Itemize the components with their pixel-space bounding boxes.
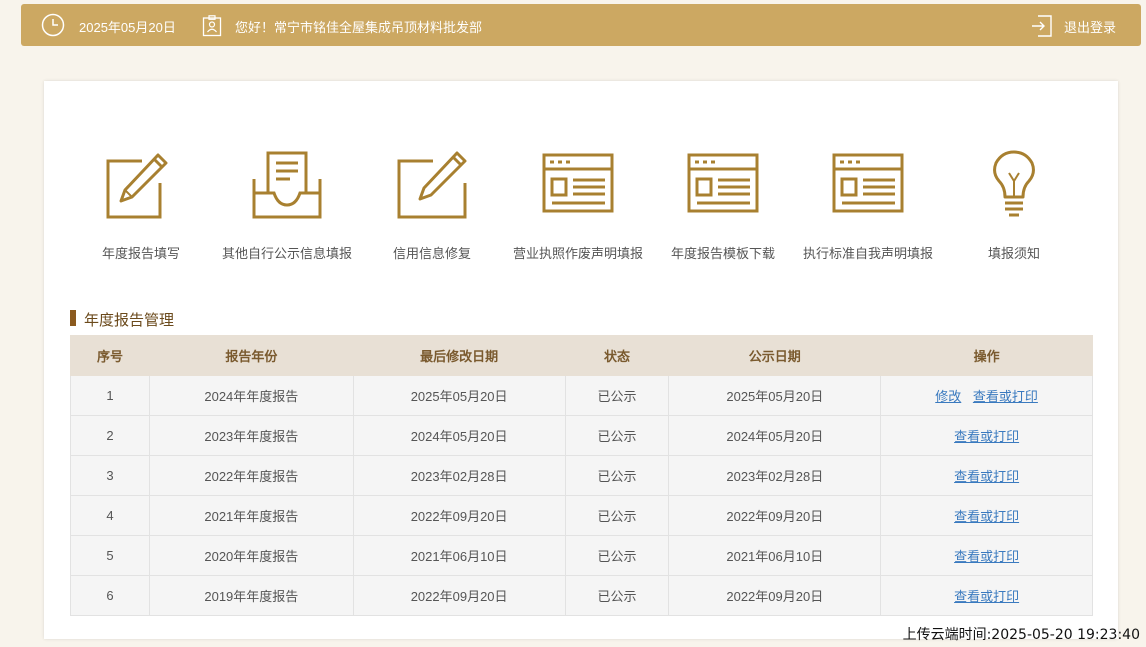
cell-year: 2019年年度报告 [148, 575, 354, 616]
top-bar: 2025年05月20日 您好！常宁市铭佳全屋集成吊顶材料批发部 退出登录 [21, 4, 1141, 46]
cell-no: 5 [70, 535, 150, 576]
cell-published: 2025年05月20日 [668, 375, 882, 416]
header-status: 状态 [564, 335, 670, 376]
browser-window-icon [542, 153, 614, 213]
menu-other-disclosure-fill[interactable]: 其他自行公示信息填报 [212, 149, 362, 262]
view-print-link[interactable]: 查看或打印 [954, 469, 1019, 484]
table-row: 3 2022年年度报告 2023年02月28日 已公示 2023年02月28日 … [70, 455, 1093, 496]
logout-button[interactable]: 退出登录 [1064, 17, 1116, 36]
cell-no: 6 [70, 575, 150, 616]
cell-no: 2 [70, 415, 150, 456]
cell-actions: 查看或打印 [880, 575, 1093, 616]
cell-no: 3 [70, 455, 150, 496]
menu-license-void-statement[interactable]: 营业执照作废声明填报 [503, 149, 653, 262]
cell-actions: 查看或打印 [880, 455, 1093, 496]
menu-annual-report-fill[interactable]: 年度报告填写 [66, 149, 216, 262]
cell-status: 已公示 [564, 495, 670, 536]
annual-report-table: 序号 报告年份 最后修改日期 状态 公示日期 操作 1 2024年年度报告 20… [70, 335, 1093, 616]
table-row: 1 2024年年度报告 2025年05月20日 已公示 2025年05月20日 … [70, 375, 1093, 416]
browser-window-icon [687, 153, 759, 213]
table-row: 4 2021年年度报告 2022年09月20日 已公示 2022年09月20日 … [70, 495, 1093, 536]
main-panel: 年度报告填写 其他自行公示信息填报 信用信息修复 营业执照作废声明填报 年度报告… [44, 81, 1118, 639]
table-row: 6 2019年年度报告 2022年09月20日 已公示 2022年09月20日 … [70, 575, 1093, 616]
cell-modified: 2023年02月28日 [352, 455, 566, 496]
greeting-text: 您好！常宁市铭佳全屋集成吊顶材料批发部 [235, 20, 483, 35]
header-no: 序号 [70, 335, 150, 376]
menu-credit-repair[interactable]: 信用信息修复 [357, 149, 507, 262]
view-print-link[interactable]: 查看或打印 [973, 389, 1038, 404]
header-published: 公示日期 [668, 335, 882, 376]
section-title: 年度报告管理 [70, 309, 174, 330]
view-print-link[interactable]: 查看或打印 [954, 589, 1019, 604]
cell-published: 2023年02月28日 [668, 455, 882, 496]
menu-label: 执行标准自我声明填报 [802, 246, 933, 261]
table-row: 2 2023年年度报告 2024年05月20日 已公示 2024年05月20日 … [70, 415, 1093, 456]
cell-actions: 查看或打印 [880, 495, 1093, 536]
header-modified: 最后修改日期 [352, 335, 566, 376]
cell-no: 1 [70, 375, 150, 416]
cell-status: 已公示 [564, 375, 670, 416]
current-date: 2025年05月20日 [79, 20, 176, 35]
menu-report-template-download[interactable]: 年度报告模板下载 [648, 149, 798, 262]
cell-modified: 2021年06月10日 [352, 535, 566, 576]
cell-modified: 2022年09月20日 [352, 575, 566, 616]
inbox-document-icon [252, 151, 322, 219]
cell-status: 已公示 [564, 535, 670, 576]
view-print-link[interactable]: 查看或打印 [954, 429, 1019, 444]
browser-window-icon [832, 153, 904, 213]
edit-link[interactable]: 修改 [935, 389, 961, 404]
menu-label: 信用信息修复 [392, 246, 471, 261]
cell-actions: 修改 查看或打印 [880, 375, 1093, 416]
menu-label: 营业执照作废声明填报 [512, 246, 643, 261]
pencil-edit-icon [106, 153, 168, 219]
pencil-edit-icon [397, 151, 467, 219]
cell-status: 已公示 [564, 415, 670, 456]
view-print-link[interactable]: 查看或打印 [954, 509, 1019, 524]
view-print-link[interactable]: 查看或打印 [954, 549, 1019, 564]
user-badge-icon [202, 15, 222, 37]
upload-time: 上传云端时间:2025-05-20 19:23:40 [902, 627, 1140, 643]
cell-published: 2022年09月20日 [668, 495, 882, 536]
menu-label: 年度报告填写 [101, 246, 180, 261]
logout-icon[interactable] [1031, 14, 1053, 38]
cell-actions: 查看或打印 [880, 535, 1093, 576]
cell-year: 2020年年度报告 [148, 535, 354, 576]
menu-label: 年度报告模板下载 [670, 246, 775, 261]
cell-year: 2021年年度报告 [148, 495, 354, 536]
cell-modified: 2025年05月20日 [352, 375, 566, 416]
cell-published: 2021年06月10日 [668, 535, 882, 576]
cell-published: 2024年05月20日 [668, 415, 882, 456]
cell-status: 已公示 [564, 575, 670, 616]
lightbulb-icon [993, 150, 1035, 217]
table-header-row: 序号 报告年份 最后修改日期 状态 公示日期 操作 [70, 335, 1093, 376]
table-row: 5 2020年年度报告 2021年06月10日 已公示 2021年06月10日 … [70, 535, 1093, 576]
cell-modified: 2022年09月20日 [352, 495, 566, 536]
cell-status: 已公示 [564, 455, 670, 496]
menu-standard-self-declaration[interactable]: 执行标准自我声明填报 [793, 149, 943, 262]
menu-label: 其他自行公示信息填报 [221, 246, 352, 261]
cell-year: 2024年年度报告 [148, 375, 354, 416]
cell-published: 2022年09月20日 [668, 575, 882, 616]
clock-icon [41, 13, 65, 37]
menu-label: 填报须知 [987, 246, 1040, 261]
header-year: 报告年份 [148, 335, 354, 376]
cell-year: 2023年年度报告 [148, 415, 354, 456]
menu-filing-notice[interactable]: 填报须知 [939, 149, 1089, 262]
header-actions: 操作 [880, 335, 1093, 376]
cell-no: 4 [70, 495, 150, 536]
cell-modified: 2024年05月20日 [352, 415, 566, 456]
cell-year: 2022年年度报告 [148, 455, 354, 496]
cell-actions: 查看或打印 [880, 415, 1093, 456]
